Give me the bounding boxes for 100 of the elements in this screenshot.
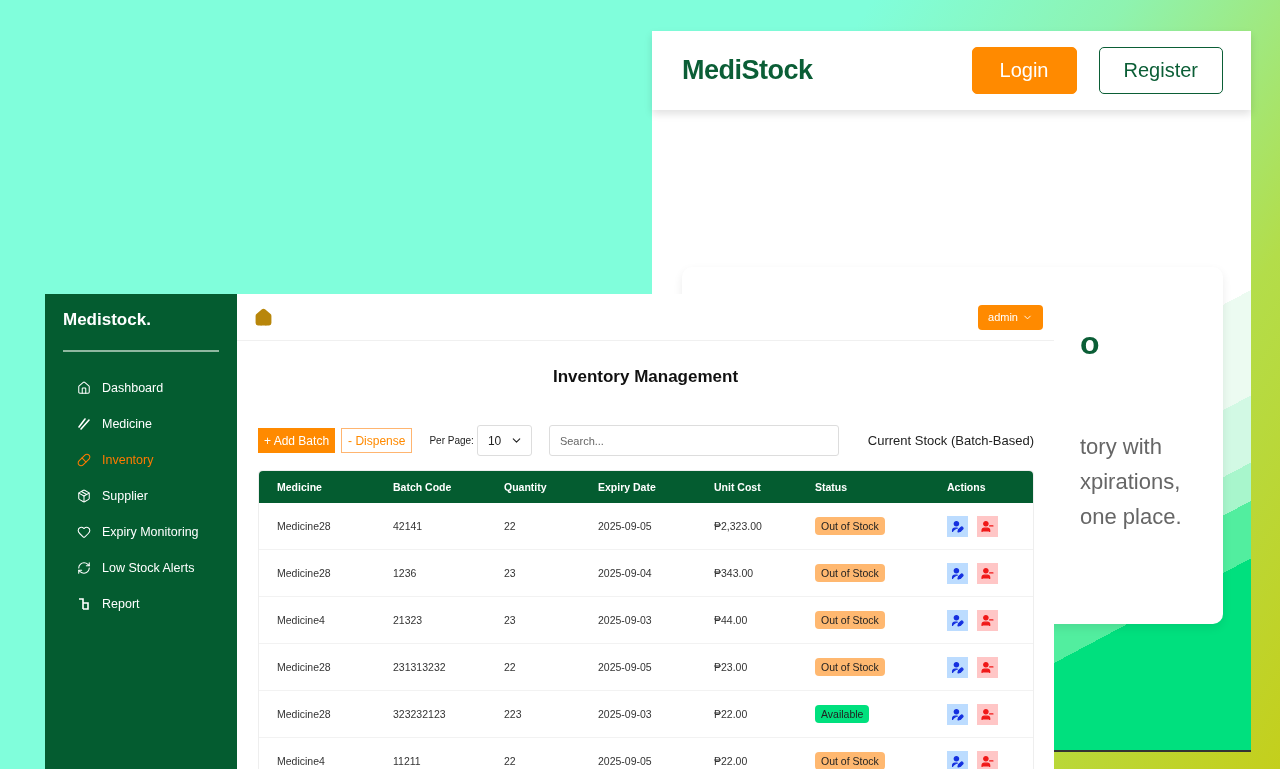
sidebar-item[interactable]: Dashboard [63,370,219,406]
sidebar-item[interactable]: Expiry Monitoring [63,514,219,550]
table-cell-text: ₱23.00 [714,661,749,673]
remove-button[interactable] [977,703,998,725]
status-badge: Out of Stock [815,611,885,629]
status-badge: Out of Stock [815,752,885,769]
user-edit-icon [951,519,964,533]
edit-button[interactable] [947,609,968,631]
hero-text: one place. [1080,503,1183,531]
table-cell-text: Medicine4 [277,755,326,767]
edit-button[interactable] [947,656,968,678]
column-header: Expiry Date [598,481,657,493]
table-cell-text: 223 [504,708,523,720]
hero-heading: o [1080,327,1101,359]
report-icon [77,597,91,611]
table-cell-text: ₱2,323.00 [714,520,763,532]
remove-button[interactable] [977,562,998,584]
user-edit-icon [951,754,964,768]
table-cell-text: 2025-09-05 [598,755,653,767]
table-cell-text: Medicine28 [277,708,332,720]
table-cell-text: Medicine4 [277,614,326,626]
column-header: Unit Cost [714,481,762,493]
user-minus-icon [981,754,994,768]
register-button[interactable]: Register [1098,47,1223,94]
user-edit-icon [951,566,964,580]
user-edit-icon [951,613,964,627]
status-badge: Out of Stock [815,564,885,582]
remove-button[interactable] [977,609,998,631]
table-cell-text: 11211 [393,755,422,767]
table-cell-text: 22 [504,661,517,673]
user-minus-icon [981,519,994,533]
table-cell-text: ₱44.00 [714,614,749,626]
sidebar-label: Medicine [102,417,153,431]
edit-button[interactable] [947,703,968,725]
remove-button[interactable] [977,750,998,769]
user-minus-icon [981,660,994,674]
hero-text: xpirations, [1080,468,1182,496]
status-badge: Out of Stock [815,517,885,535]
table-cell-text: ₱343.00 [714,567,755,579]
sidebar-label: Inventory [102,453,154,467]
home-icon [77,381,91,395]
table-cell-text: 2025-09-05 [598,661,653,673]
sidebar-label: Dashboard [102,381,164,395]
table-cell-text: 2025-09-04 [598,567,653,579]
table-cell-text: ₱22.00 [714,708,749,720]
edit-button[interactable] [947,750,968,769]
table-cell-text: 2025-09-03 [598,614,653,626]
per-page-select[interactable]: 10 [476,425,532,456]
sidebar-label: Supplier [102,489,148,503]
page-title: Inventory Management [551,367,740,387]
status-badge: Out of Stock [815,658,885,676]
column-header: Medicine [277,481,323,493]
pill-icon [77,453,91,467]
table-cell-text: ₱22.00 [714,755,749,767]
remove-button[interactable] [977,656,998,678]
table-cell-text: 231313232 [393,661,447,673]
table-cell-text: 23 [504,614,517,626]
logo: MediStock [682,55,814,86]
sidebar-label: Report [102,597,140,611]
table-cell-text: 323232123 [393,708,447,720]
box-icon [77,489,91,503]
section-label: Current Stock (Batch-Based) [867,433,1034,448]
sidebar-item[interactable]: Supplier [63,478,219,514]
table-cell-text: 23 [504,567,517,579]
user-edit-icon [951,660,964,674]
table-cell-text: 22 [504,755,517,767]
per-page-label: Per Page: [429,435,474,446]
slash-icon [77,417,91,431]
refresh-icon [77,561,91,575]
user-edit-icon [951,707,964,721]
brand-logo: Medistock. [63,310,152,330]
user-minus-icon [981,707,994,721]
table-cell-text: Medicine28 [277,520,332,532]
edit-button[interactable] [947,562,968,584]
sidebar-item[interactable]: Report [63,586,219,622]
sidebar-item[interactable]: Low Stock Alerts [63,550,219,586]
home-icon[interactable] [254,307,273,327]
table-cell-text: 2025-09-05 [598,520,653,532]
edit-button[interactable] [947,515,968,537]
user-minus-icon [981,566,994,580]
table-cell-text: 2025-09-03 [598,708,653,720]
table-cell-text: Medicine28 [277,661,332,673]
user-minus-icon [981,613,994,627]
status-badge: Available [815,705,870,723]
column-header: Quantity [504,481,548,493]
search-field[interactable]: Search... [548,425,839,456]
table-cell-text: 1236 [393,567,418,579]
table-cell-text: 21323 [393,614,424,626]
column-header: Status [815,481,849,493]
column-header: Batch Code [393,481,453,493]
column-header: Actions [947,481,987,493]
hero-text: tory with [1080,433,1163,461]
heart-icon [77,525,91,539]
table-cell-text: 22 [504,520,517,532]
table-cell-text: 42141 [393,520,424,532]
remove-button[interactable] [977,515,998,537]
sidebar-label: Low Stock Alerts [102,561,195,575]
sidebar-label: Expiry Monitoring [102,525,199,539]
sidebar-item[interactable]: Medicine [63,406,219,442]
table-cell-text: Medicine28 [277,567,332,579]
